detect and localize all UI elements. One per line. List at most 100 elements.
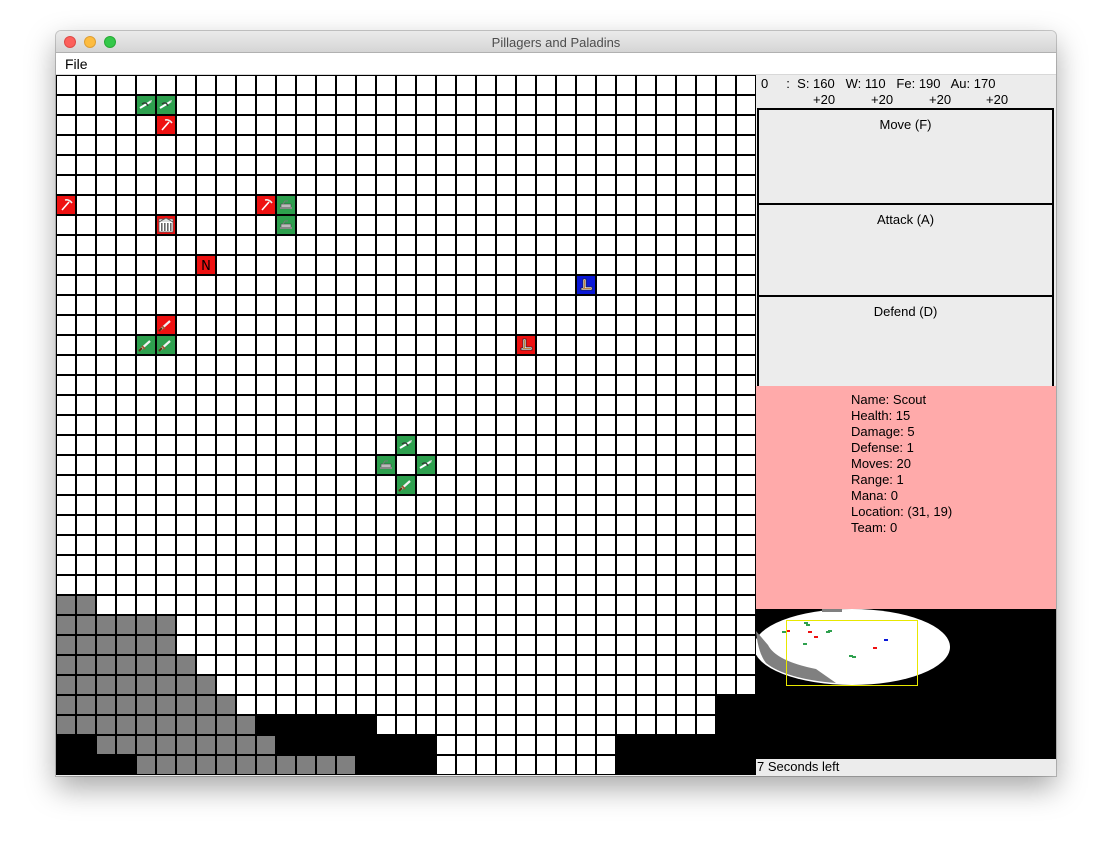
- grass-tile[interactable]: [516, 635, 536, 655]
- grass-tile[interactable]: [256, 675, 276, 695]
- grass-tile[interactable]: [516, 215, 536, 235]
- grass-tile[interactable]: [476, 295, 496, 315]
- grass-tile[interactable]: [256, 575, 276, 595]
- grass-tile[interactable]: [356, 195, 376, 215]
- grass-tile[interactable]: [76, 535, 96, 555]
- mountain-tile[interactable]: [216, 715, 236, 735]
- grass-tile[interactable]: [416, 575, 436, 595]
- grass-tile[interactable]: [436, 135, 456, 155]
- grass-tile[interactable]: [336, 195, 356, 215]
- grass-tile[interactable]: [676, 475, 696, 495]
- grass-tile[interactable]: [656, 575, 676, 595]
- grass-tile[interactable]: [576, 435, 596, 455]
- grass-tile[interactable]: [536, 635, 556, 655]
- grass-tile[interactable]: [516, 375, 536, 395]
- grass-tile[interactable]: [336, 455, 356, 475]
- grass-tile[interactable]: [636, 615, 656, 635]
- grass-tile[interactable]: [236, 295, 256, 315]
- grass-tile[interactable]: [716, 495, 736, 515]
- grass-tile[interactable]: [116, 295, 136, 315]
- grass-tile[interactable]: [316, 635, 336, 655]
- grass-tile[interactable]: [316, 215, 336, 235]
- green-bow-unit[interactable]: [136, 95, 156, 115]
- green-bow-unit[interactable]: [416, 455, 436, 475]
- grass-tile[interactable]: [276, 275, 296, 295]
- grass-tile[interactable]: [476, 655, 496, 675]
- grass-tile[interactable]: [536, 375, 556, 395]
- grass-tile[interactable]: [216, 555, 236, 575]
- grass-tile[interactable]: [656, 375, 676, 395]
- mountain-tile[interactable]: [176, 715, 196, 735]
- grass-tile[interactable]: [456, 175, 476, 195]
- mountain-tile[interactable]: [156, 635, 176, 655]
- mountain-tile[interactable]: [256, 735, 276, 755]
- grass-tile[interactable]: [576, 715, 596, 735]
- grass-tile[interactable]: [356, 115, 376, 135]
- grass-tile[interactable]: [556, 355, 576, 375]
- grass-tile[interactable]: [396, 635, 416, 655]
- grass-tile[interactable]: [596, 695, 616, 715]
- grass-tile[interactable]: [576, 115, 596, 135]
- grass-tile[interactable]: [696, 375, 716, 395]
- grass-tile[interactable]: [156, 255, 176, 275]
- grass-tile[interactable]: [436, 395, 456, 415]
- grass-tile[interactable]: [436, 675, 456, 695]
- grass-tile[interactable]: [716, 535, 736, 555]
- grass-tile[interactable]: [456, 95, 476, 115]
- grass-tile[interactable]: [556, 635, 576, 655]
- grass-tile[interactable]: [696, 615, 716, 635]
- grass-tile[interactable]: [436, 75, 456, 95]
- grass-tile[interactable]: [616, 295, 636, 315]
- grass-tile[interactable]: [256, 535, 276, 555]
- grass-tile[interactable]: [316, 155, 336, 175]
- grass-tile[interactable]: [276, 515, 296, 535]
- grass-tile[interactable]: [676, 575, 696, 595]
- grass-tile[interactable]: [376, 595, 396, 615]
- grass-tile[interactable]: [696, 475, 716, 495]
- grass-tile[interactable]: [176, 195, 196, 215]
- grass-tile[interactable]: [436, 95, 456, 115]
- grass-tile[interactable]: [736, 135, 756, 155]
- grass-tile[interactable]: [76, 155, 96, 175]
- grass-tile[interactable]: [556, 295, 576, 315]
- grass-tile[interactable]: [596, 235, 616, 255]
- grass-tile[interactable]: [556, 75, 576, 95]
- grass-tile[interactable]: [636, 115, 656, 135]
- grass-tile[interactable]: [476, 315, 496, 335]
- grass-tile[interactable]: [676, 535, 696, 555]
- grass-tile[interactable]: [716, 615, 736, 635]
- grass-tile[interactable]: [56, 135, 76, 155]
- grass-tile[interactable]: [356, 695, 376, 715]
- grass-tile[interactable]: [496, 475, 516, 495]
- grass-tile[interactable]: [596, 495, 616, 515]
- grass-tile[interactable]: [256, 695, 276, 715]
- grass-tile[interactable]: [256, 115, 276, 135]
- grass-tile[interactable]: [276, 655, 296, 675]
- grass-tile[interactable]: [636, 635, 656, 655]
- grass-tile[interactable]: [136, 555, 156, 575]
- grass-tile[interactable]: [676, 295, 696, 315]
- mountain-tile[interactable]: [96, 715, 116, 735]
- grass-tile[interactable]: [516, 175, 536, 195]
- grass-tile[interactable]: [176, 115, 196, 135]
- grass-tile[interactable]: [456, 655, 476, 675]
- grass-tile[interactable]: [176, 155, 196, 175]
- grass-tile[interactable]: [216, 175, 236, 195]
- grass-tile[interactable]: [196, 275, 216, 295]
- grass-tile[interactable]: [556, 275, 576, 295]
- grass-tile[interactable]: [556, 695, 576, 715]
- grass-tile[interactable]: [356, 595, 376, 615]
- grass-tile[interactable]: [576, 235, 596, 255]
- grass-tile[interactable]: [596, 395, 616, 415]
- grass-tile[interactable]: [196, 455, 216, 475]
- grass-tile[interactable]: [396, 455, 416, 475]
- grass-tile[interactable]: [356, 275, 376, 295]
- grass-tile[interactable]: [56, 455, 76, 475]
- grass-tile[interactable]: [716, 275, 736, 295]
- grass-tile[interactable]: [316, 195, 336, 215]
- grass-tile[interactable]: [696, 355, 716, 375]
- grass-tile[interactable]: [396, 335, 416, 355]
- grass-tile[interactable]: [496, 295, 516, 315]
- grass-tile[interactable]: [336, 235, 356, 255]
- mountain-tile[interactable]: [156, 715, 176, 735]
